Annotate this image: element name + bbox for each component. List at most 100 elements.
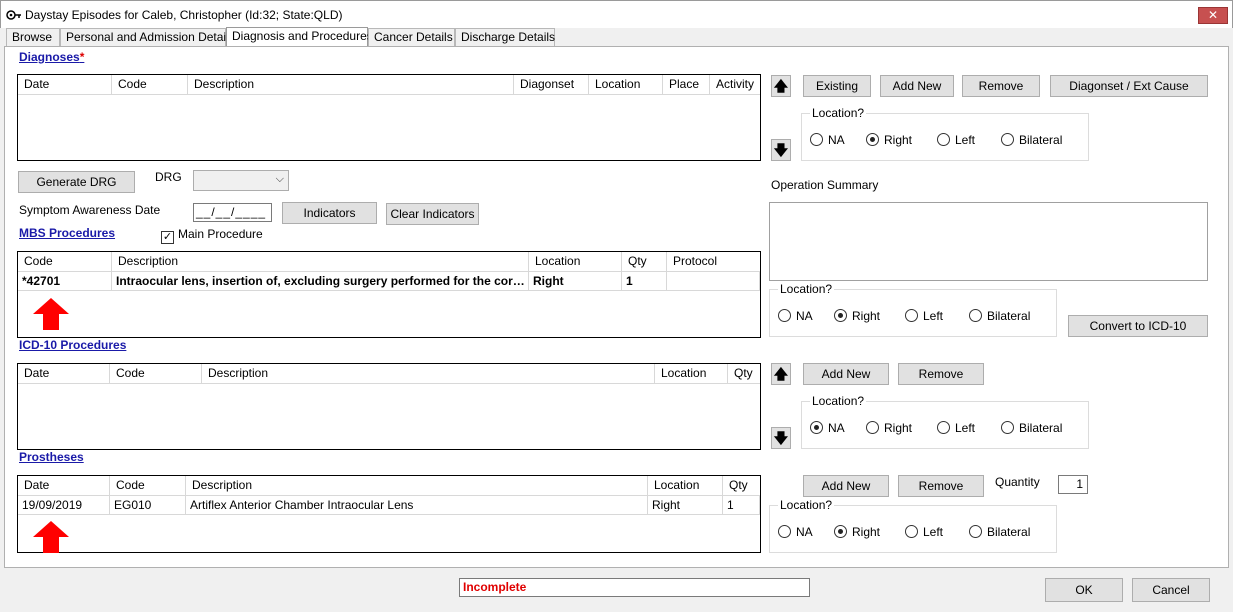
tab-label: Discharge Details [461, 30, 556, 44]
col-code[interactable]: Code [110, 476, 186, 495]
col-diagonset[interactable]: Diagonset [514, 75, 589, 94]
diagnoses-remove-button[interactable]: Remove [962, 75, 1040, 97]
tab-discharge-details[interactable]: Discharge Details [455, 28, 555, 46]
icd10-location-na-radio[interactable]: NA [810, 421, 845, 435]
location-group-title: Location? [778, 498, 835, 512]
grid-header: Date Code Description Location Qty [18, 364, 760, 384]
indicators-button[interactable]: Indicators [282, 202, 377, 224]
col-description[interactable]: Description [112, 252, 529, 271]
col-date[interactable]: Date [18, 476, 110, 495]
drg-select[interactable]: ⌵ [193, 170, 289, 191]
diagnoses-move-up-button[interactable]: 🡅 [771, 75, 791, 97]
col-qty[interactable]: Qty [622, 252, 667, 271]
radio-label: Bilateral [987, 525, 1031, 539]
drg-label: DRG [155, 170, 182, 184]
cancel-button[interactable]: Cancel [1132, 578, 1210, 602]
icd10-procedures-link[interactable]: ICD-10 Procedures [19, 338, 126, 352]
table-row[interactable]: *42701 Intraocular lens, insertion of, e… [18, 272, 760, 291]
op-location-bilateral-radio[interactable]: Bilateral [969, 309, 1030, 323]
diagnoses-move-down-button[interactable]: 🡇 [771, 139, 791, 161]
diagonset-ext-cause-button[interactable]: Diagonset / Ext Cause [1050, 75, 1208, 97]
radio-dot [778, 525, 791, 538]
radio-label: Bilateral [1019, 133, 1063, 147]
tab-browse[interactable]: Browse [6, 28, 60, 46]
tab-personal-admission[interactable]: Personal and Admission Details [60, 28, 235, 46]
tab-diagnosis-procedures[interactable]: Diagnosis and Procedures [226, 27, 373, 47]
grid-header: Code Description Location Qty Protocol [18, 252, 760, 272]
tab-cancer-details[interactable]: Cancer Details [368, 28, 455, 46]
diagnoses-grid[interactable]: Date Code Description Diagonset Location… [17, 74, 761, 161]
pros-location-left-radio[interactable]: Left [905, 525, 943, 539]
col-activity[interactable]: Activity [710, 75, 760, 94]
mbs-procedures-link[interactable]: MBS Procedures [19, 226, 115, 240]
cell-protocol [667, 272, 760, 290]
icd10-location-left-radio[interactable]: Left [937, 421, 975, 435]
main-procedure-label: Main Procedure [178, 227, 263, 241]
icd10-move-up-button[interactable]: 🡅 [771, 363, 791, 385]
close-icon: ✕ [1207, 8, 1219, 22]
op-location-na-radio[interactable]: NA [778, 309, 813, 323]
icd10-location-bilateral-radio[interactable]: Bilateral [1001, 421, 1062, 435]
col-place[interactable]: Place [663, 75, 710, 94]
icd10-remove-button[interactable]: Remove [898, 363, 984, 385]
prostheses-remove-button[interactable]: Remove [898, 475, 984, 497]
col-protocol[interactable]: Protocol [667, 252, 760, 271]
convert-to-icd10-button[interactable]: Convert to ICD-10 [1068, 315, 1208, 337]
col-code[interactable]: Code [18, 252, 112, 271]
col-location[interactable]: Location [529, 252, 622, 271]
col-date[interactable]: Date [18, 364, 110, 383]
pros-location-na-radio[interactable]: NA [778, 525, 813, 539]
pros-location-bilateral-radio[interactable]: Bilateral [969, 525, 1030, 539]
pros-location-right-radio[interactable]: Right [834, 525, 880, 539]
prostheses-add-new-button[interactable]: Add New [803, 475, 889, 497]
radio-dot [1001, 133, 1014, 146]
radio-label: Left [923, 309, 944, 323]
symptom-awareness-date-input[interactable]: __/__/____ [193, 203, 272, 222]
col-description[interactable]: Description [202, 364, 655, 383]
col-code[interactable]: Code [112, 75, 188, 94]
cell-code: *42701 [18, 272, 112, 290]
quantity-input[interactable]: 1 [1058, 475, 1088, 494]
col-code[interactable]: Code [110, 364, 202, 383]
existing-button[interactable]: Existing [803, 75, 871, 97]
main-procedure-checkbox[interactable]: ✓ Main Procedure [161, 227, 263, 244]
icd10-add-new-button[interactable]: Add New [803, 363, 889, 385]
radio-label: NA [828, 421, 845, 435]
diag-location-right-radio[interactable]: Right [866, 133, 912, 147]
table-row[interactable]: 19/09/2019 EG010 Artiflex Anterior Chamb… [18, 496, 760, 515]
mbs-procedures-grid[interactable]: Code Description Location Qty Protocol *… [17, 251, 761, 338]
diagnoses-add-new-button[interactable]: Add New [880, 75, 954, 97]
col-location[interactable]: Location [648, 476, 723, 495]
col-qty[interactable]: Qty [728, 364, 760, 383]
radio-dot [905, 309, 918, 322]
generate-drg-button[interactable]: Generate DRG [18, 171, 135, 193]
radio-dot [866, 421, 879, 434]
col-qty[interactable]: Qty [723, 476, 760, 495]
close-window-button[interactable]: ✕ [1198, 7, 1228, 24]
clear-indicators-button[interactable]: Clear Indicators [386, 203, 479, 225]
col-location[interactable]: Location [589, 75, 663, 94]
tab-label: Browse [12, 30, 53, 44]
operation-summary-textarea[interactable] [769, 202, 1208, 281]
op-location-left-radio[interactable]: Left [905, 309, 943, 323]
prostheses-grid[interactable]: Date Code Description Location Qty 19/09… [17, 475, 761, 553]
quantity-label: Quantity [995, 475, 1040, 489]
diagnoses-link[interactable]: Diagnoses* [19, 50, 84, 64]
diag-location-na-radio[interactable]: NA [810, 133, 845, 147]
col-date[interactable]: Date [18, 75, 112, 94]
op-location-right-radio[interactable]: Right [834, 309, 880, 323]
diag-location-bilateral-radio[interactable]: Bilateral [1001, 133, 1062, 147]
col-description[interactable]: Description [186, 476, 648, 495]
ok-button[interactable]: OK [1045, 578, 1123, 602]
col-location[interactable]: Location [655, 364, 728, 383]
col-description[interactable]: Description [188, 75, 514, 94]
diag-location-left-radio[interactable]: Left [937, 133, 975, 147]
icd10-move-down-button[interactable]: 🡇 [771, 427, 791, 449]
prostheses-link[interactable]: Prostheses [19, 450, 84, 464]
prostheses-location-group: Location? NA Right Left Bilateral [769, 498, 1057, 553]
diagnoses-label: Diagnoses [19, 50, 80, 64]
icd10-location-right-radio[interactable]: Right [866, 421, 912, 435]
cell-date: 19/09/2019 [18, 496, 110, 514]
radio-dot [937, 133, 950, 146]
icd10-procedures-grid[interactable]: Date Code Description Location Qty [17, 363, 761, 450]
